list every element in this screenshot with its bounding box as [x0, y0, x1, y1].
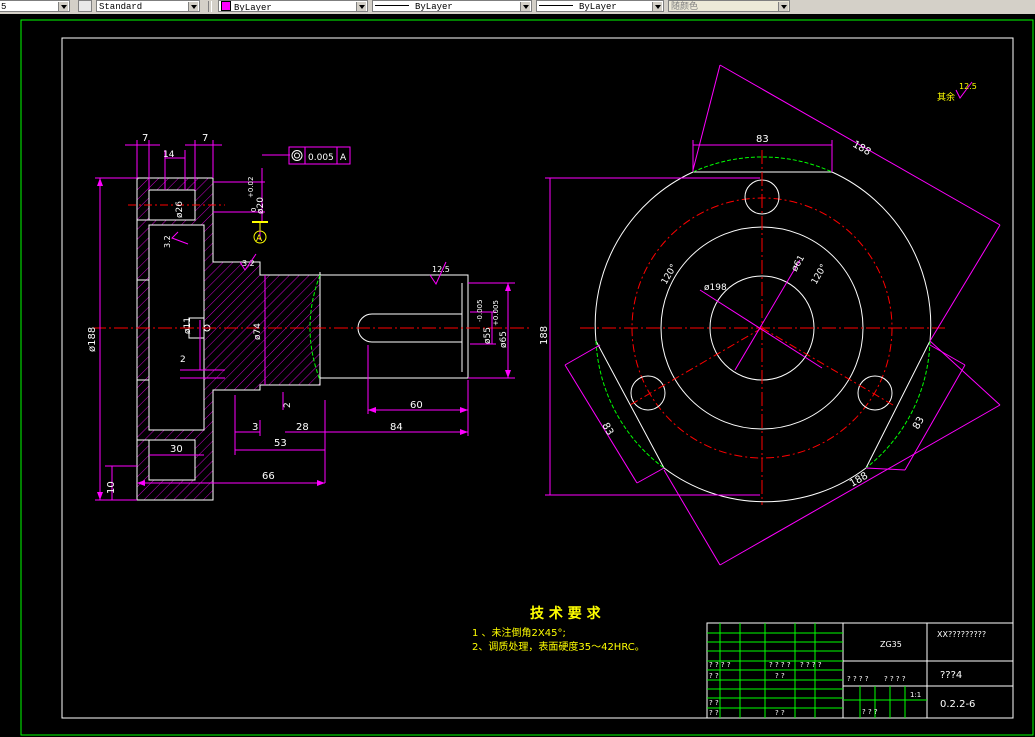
tb-drawing-no: XX?????????: [937, 630, 986, 639]
tb-code: 0.2.2-6: [940, 699, 975, 710]
dim-53: 53: [274, 438, 287, 449]
plotstyle-value: 随颜色: [671, 2, 699, 12]
tol-phi55: -0.005: [476, 299, 484, 322]
remaining-label: 其余: [937, 91, 955, 103]
tech-req-title: 技 术 要 求: [530, 605, 602, 622]
magenta-swatch-icon: [221, 1, 231, 11]
dim-phi74: ø74: [253, 323, 263, 340]
dim-phi188: ø188: [87, 327, 98, 352]
color-value: ByLayer: [234, 3, 272, 12]
chevron-down-icon[interactable]: [652, 2, 662, 11]
linetype-combo[interactable]: ByLayer: [372, 0, 532, 12]
dim-14: 14: [163, 150, 175, 160]
tb-q1: ? ? ? ?: [847, 675, 869, 683]
tb-q3: ? ? ?: [862, 708, 878, 716]
dim-phi26: ø26: [175, 201, 185, 218]
tb-col-3: ? ?: [775, 709, 785, 717]
gdt-datum: A: [340, 153, 347, 163]
shaft-body: [319, 274, 469, 379]
dim-7-left: 7: [142, 133, 148, 144]
toolbar-separator: [208, 1, 212, 12]
dim-phi198: ø198: [704, 283, 727, 293]
tb-col-1: ? ? ? ?: [800, 661, 822, 669]
linetype-sample-icon: [375, 5, 409, 6]
properties-toolbar: 5 Standard ByLayer ByLayer ByLayer 随颜色: [0, 0, 1035, 15]
tb-col-2: ? ?: [775, 672, 785, 680]
dim-2a: 2: [180, 355, 186, 365]
dim-83-top: 83: [756, 134, 769, 145]
dim-28: 28: [296, 422, 309, 433]
plotstyle-combo[interactable]: 随颜色: [668, 0, 790, 12]
text-style-value: Standard: [99, 2, 143, 12]
dim-188-left: 188: [539, 326, 550, 345]
chevron-down-icon[interactable]: [58, 2, 68, 11]
dim-phi11: ø11: [183, 317, 193, 334]
tb-row-3: ? ?: [709, 672, 719, 680]
dim-3: 3: [252, 422, 258, 433]
lineweight-value: ByLayer: [579, 2, 617, 12]
tol-phi65: +0.005: [492, 300, 500, 326]
tb-q2: ? ? ? ?: [884, 675, 906, 683]
dim-60: 60: [410, 400, 423, 411]
text-style-combo[interactable]: Standard: [96, 0, 200, 12]
remaining-value: 12.5: [959, 82, 977, 91]
gdt-tolerance: 0.005: [308, 153, 334, 163]
roughness-3-2-b: 3.2: [163, 235, 172, 248]
tb-material: ZG35: [880, 640, 902, 649]
tb-scale: 1:1: [910, 691, 921, 699]
linetype-value: ByLayer: [415, 2, 453, 12]
layer-combo[interactable]: 5: [0, 0, 70, 12]
dim-2b: 2: [283, 402, 293, 408]
tb-row-4: ? ?: [709, 699, 719, 707]
datum-a-label: A: [256, 234, 263, 244]
tol-phi20: +0.02: [247, 177, 255, 198]
tech-req-item-2: 2、调质处理，表面硬度35～42HRC。: [472, 640, 645, 653]
drawing-canvas[interactable]: 7 7 14 ø26 ø20 +0.02 0 ø188 30 10 66 53 …: [0, 14, 1035, 737]
chevron-down-icon[interactable]: [356, 2, 366, 11]
tol-phi20-lower: 0: [250, 208, 258, 212]
dim-66: 66: [262, 471, 275, 482]
chevron-down-icon[interactable]: [520, 2, 530, 11]
dim-phi65: ø65: [499, 331, 509, 348]
tb-name: ???4: [940, 670, 962, 681]
tech-req-item-1: 1 、未注倒角2X45°;: [472, 626, 566, 639]
chevron-down-icon[interactable]: [778, 2, 788, 11]
tb-row-2: ? ? ? ?: [769, 661, 791, 669]
dim-30: 30: [170, 444, 183, 455]
dim-84: 84: [390, 422, 403, 433]
tb-row-5: ? ?: [709, 709, 719, 717]
tb-row-1: ? ? ? ?: [709, 661, 731, 669]
dim-7-right: 7: [202, 133, 208, 144]
text-style-icon[interactable]: [78, 0, 92, 12]
lineweight-combo[interactable]: ByLayer: [536, 0, 664, 12]
roughness-3-2-a: 3.2: [242, 259, 255, 268]
dim-phi55: ø55: [483, 327, 493, 344]
color-combo[interactable]: ByLayer: [218, 0, 368, 12]
chevron-down-icon[interactable]: [188, 2, 198, 11]
layer-combo-value: 5: [1, 2, 7, 12]
dim-10: 10: [106, 481, 117, 494]
lineweight-sample-icon: [539, 5, 573, 6]
